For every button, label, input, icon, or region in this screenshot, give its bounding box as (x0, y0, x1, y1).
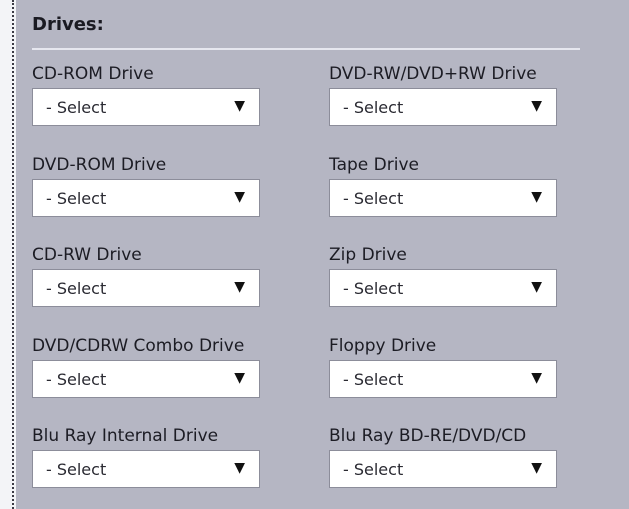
page: Drives: CD-ROM Drive - Select ▼ DVD-RW/D… (0, 0, 629, 509)
cd-rom-drive-select[interactable]: - Select ▼ (32, 88, 260, 126)
select-value: - Select (343, 98, 404, 117)
dropdown-arrow-icon: ▼ (234, 98, 245, 114)
dvd-cdrw-combo-drive-select[interactable]: - Select ▼ (32, 360, 260, 398)
field-label: DVD-RW/DVD+RW Drive (329, 64, 537, 84)
blu-ray-bd-re-drive-select[interactable]: - Select ▼ (329, 450, 557, 488)
dvd-rom-drive-select[interactable]: - Select ▼ (32, 179, 260, 217)
drives-panel-title: Drives: (32, 14, 104, 35)
field-label: Tape Drive (329, 155, 419, 175)
dropdown-arrow-icon: ▼ (531, 189, 542, 205)
left-dotted-border (12, 0, 14, 509)
select-value: - Select (343, 370, 404, 389)
drives-panel: Drives: CD-ROM Drive - Select ▼ DVD-RW/D… (16, 0, 629, 509)
field-label: Blu Ray Internal Drive (32, 426, 219, 446)
floppy-drive-select[interactable]: - Select ▼ (329, 360, 557, 398)
dvd-rw-drive-select[interactable]: - Select ▼ (329, 88, 557, 126)
field-label: DVD-ROM Drive (32, 155, 167, 175)
cd-rw-drive-select[interactable]: - Select ▼ (32, 269, 260, 307)
dropdown-arrow-icon: ▼ (531, 279, 542, 295)
field-label: Blu Ray BD-RE/DVD/CD (329, 426, 527, 446)
tape-drive-select[interactable]: - Select ▼ (329, 179, 557, 217)
dropdown-arrow-icon: ▼ (234, 279, 245, 295)
select-value: - Select (46, 189, 107, 208)
select-value: - Select (46, 460, 107, 479)
select-value: - Select (343, 460, 404, 479)
field-label: Floppy Drive (329, 336, 437, 356)
dropdown-arrow-icon: ▼ (234, 370, 245, 386)
zip-drive-select[interactable]: - Select ▼ (329, 269, 557, 307)
select-value: - Select (46, 98, 107, 117)
field-label: Zip Drive (329, 245, 407, 265)
blu-ray-internal-drive-select[interactable]: - Select ▼ (32, 450, 260, 488)
select-value: - Select (343, 189, 404, 208)
dropdown-arrow-icon: ▼ (531, 460, 542, 476)
dropdown-arrow-icon: ▼ (234, 189, 245, 205)
select-value: - Select (46, 370, 107, 389)
field-label: CD-RW Drive (32, 245, 142, 265)
dropdown-arrow-icon: ▼ (531, 370, 542, 386)
field-label: CD-ROM Drive (32, 64, 154, 84)
dropdown-arrow-icon: ▼ (234, 460, 245, 476)
select-value: - Select (46, 279, 107, 298)
select-value: - Select (343, 279, 404, 298)
title-divider (32, 48, 580, 50)
dropdown-arrow-icon: ▼ (531, 98, 542, 114)
field-label: DVD/CDRW Combo Drive (32, 336, 245, 356)
